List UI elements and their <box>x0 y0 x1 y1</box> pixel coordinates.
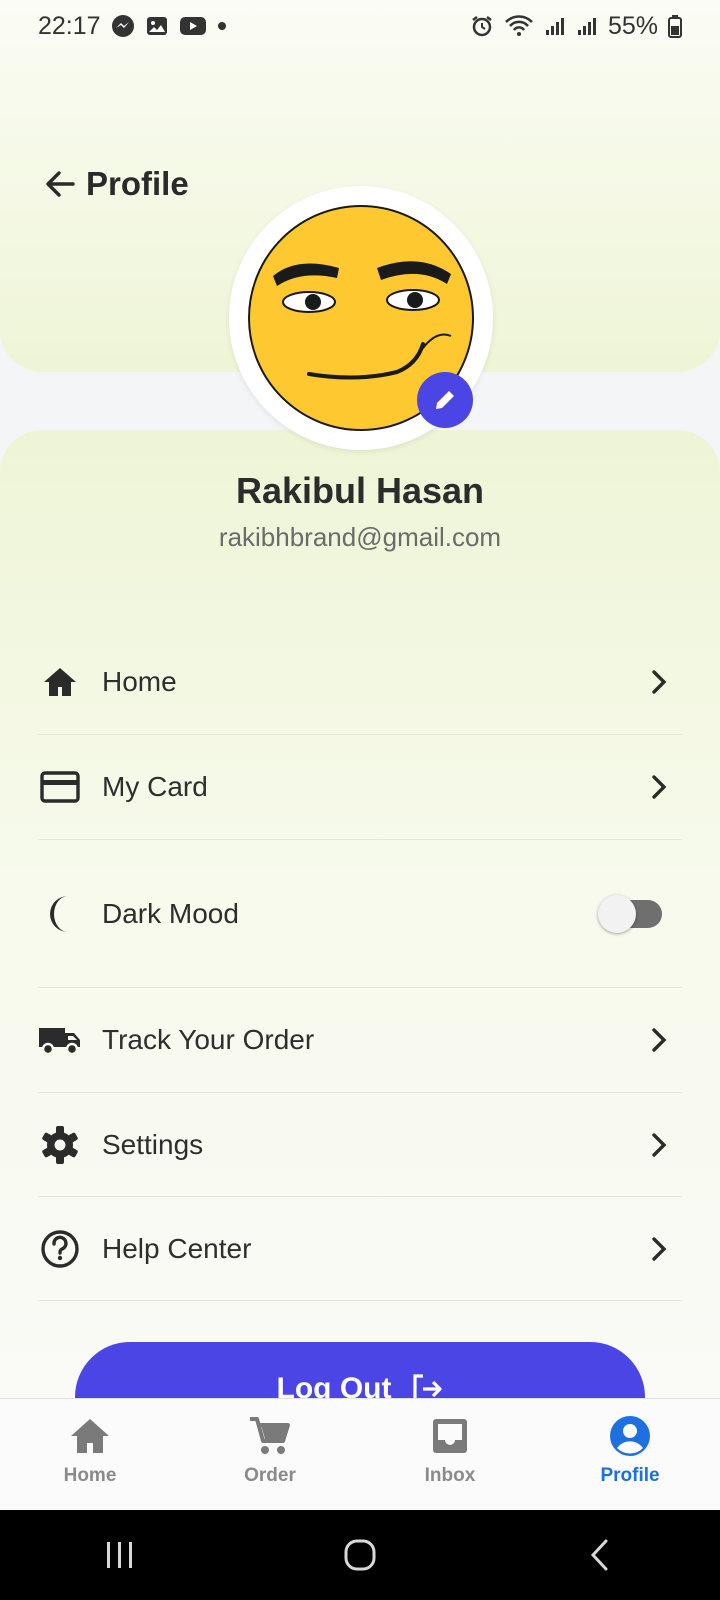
recent-apps-button[interactable] <box>80 1525 160 1585</box>
pencil-icon <box>436 391 454 409</box>
system-back-button[interactable] <box>560 1525 640 1585</box>
youtube-icon <box>179 15 207 37</box>
gallery-icon <box>145 14 169 38</box>
home-circle-icon <box>344 1539 376 1571</box>
back-button[interactable] <box>40 164 80 204</box>
user-name: Rakibul Hasan <box>235 470 485 511</box>
edit-avatar-button[interactable] <box>417 372 473 428</box>
menu-item-label: Home <box>102 666 177 697</box>
menu-item-label: Help Center <box>102 1232 252 1264</box>
nav-inbox[interactable]: Inbox <box>360 1399 540 1510</box>
page-title: Profile <box>86 165 189 202</box>
system-nav-bar <box>0 1510 720 1600</box>
chevron-right-icon <box>644 667 674 697</box>
status-left: 22:17 <box>38 12 227 41</box>
chevron-right-icon <box>644 1025 674 1055</box>
header: Profile <box>40 164 189 204</box>
menu-item-settings[interactable]: Settings <box>38 1093 682 1197</box>
profile-menu: Home My Card Dark Mood Track Your Order <box>38 630 682 1301</box>
nav-label: Home <box>63 1465 117 1486</box>
menu-item-label: Settings <box>102 1128 204 1160</box>
chevron-right-icon <box>644 1130 674 1160</box>
nav-order[interactable]: Order <box>180 1399 360 1510</box>
menu-item-track-order[interactable]: Track Your Order <box>38 988 682 1093</box>
chevron-right-icon <box>644 772 674 802</box>
home-icon <box>38 660 82 704</box>
avatar[interactable] <box>229 186 493 450</box>
gear-icon <box>38 1123 82 1167</box>
status-time: 22:17 <box>38 11 101 40</box>
menu-item-label: Dark Mood <box>102 897 239 929</box>
moon-icon <box>38 892 82 936</box>
chevron-right-icon <box>644 1234 674 1264</box>
messenger-icon <box>111 14 135 38</box>
signal-icon <box>544 15 566 37</box>
menu-item-help-center[interactable]: Help Center <box>38 1197 682 1301</box>
status-right: 55% <box>470 12 682 41</box>
battery-icon <box>668 14 682 38</box>
nav-home[interactable]: Home <box>0 1399 180 1510</box>
profile-icon <box>607 1413 653 1459</box>
battery-percent: 55% <box>607 11 658 40</box>
nav-label: Inbox <box>424 1465 476 1486</box>
user-email: rakibhbrand@gmail.com <box>218 522 502 552</box>
menu-item-my-card[interactable]: My Card <box>38 735 682 840</box>
toggle-knob <box>598 894 636 933</box>
home-icon <box>67 1413 113 1459</box>
arrow-left-icon <box>46 171 75 197</box>
cart-icon <box>247 1413 293 1459</box>
truck-icon <box>38 1018 82 1062</box>
wifi-icon <box>504 14 534 38</box>
nav-label: Profile <box>600 1465 660 1486</box>
nav-label: Order <box>244 1465 296 1486</box>
bottom-nav: Home Order Inbox Profile <box>0 1398 720 1510</box>
menu-item-label: Track Your Order <box>102 1024 315 1055</box>
alarm-icon <box>470 14 494 38</box>
back-chevron-icon <box>590 1539 608 1571</box>
menu-item-label: My Card <box>102 771 208 802</box>
recent-apps-icon <box>107 1542 132 1568</box>
menu-item-home[interactable]: Home <box>38 630 682 735</box>
nav-profile[interactable]: Profile <box>540 1399 720 1510</box>
menu-item-dark-mood[interactable]: Dark Mood <box>38 840 682 988</box>
system-home-button[interactable] <box>320 1525 400 1585</box>
inbox-icon <box>427 1413 473 1459</box>
credit-card-icon <box>38 765 82 809</box>
help-icon <box>38 1227 82 1271</box>
signal-icon <box>576 15 598 37</box>
dot-icon <box>217 21 227 31</box>
status-bar: 22:17 55% <box>0 0 720 52</box>
dark-mood-toggle[interactable] <box>598 894 662 933</box>
